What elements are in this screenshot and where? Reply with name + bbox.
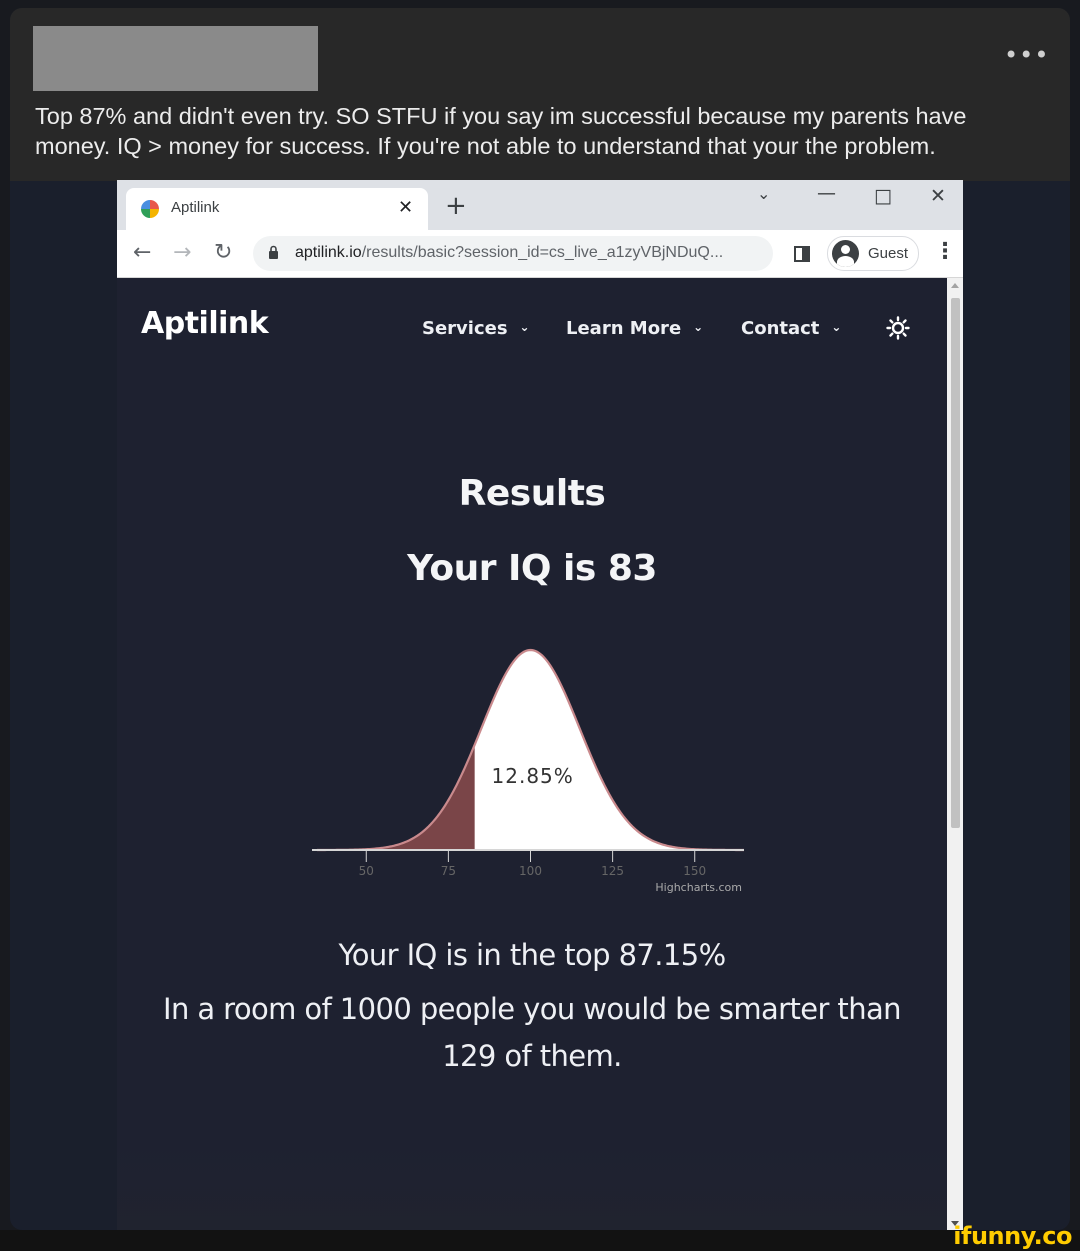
url-path: /results/basic?session_id=cs_live_a1zyVB…: [361, 244, 724, 261]
tab-title: Aptilink: [171, 199, 220, 216]
footer-strip: [0, 1230, 1080, 1251]
chart-credits: Highcharts.com: [655, 881, 742, 894]
page-viewport: Aptilink Services ⌄ Learn More ⌄ Contact ⌄ …: [117, 278, 947, 1230]
window-close-icon[interactable]: ✕: [930, 185, 946, 207]
post-card: ••• Top 87% and didn't even try. SO STFU…: [10, 8, 1070, 1230]
post-header: ••• Top 87% and didn't even try. SO STFU…: [10, 8, 1070, 181]
x-tick-label: 75: [441, 864, 456, 878]
iq-heading: Your IQ is 83: [407, 548, 657, 589]
site-logo[interactable]: Aptilink: [141, 306, 269, 341]
redacted-username: [33, 26, 318, 91]
percentile-data-label: 12.85%: [492, 764, 574, 788]
browser-tab[interactable]: Aptilink ✕: [126, 188, 428, 230]
results-title: Results: [458, 473, 606, 514]
tab-search-chevron-icon[interactable]: ⌄: [757, 184, 770, 203]
nav-contact[interactable]: Contact ⌄: [741, 318, 841, 339]
x-tick-label: 150: [683, 864, 706, 878]
tab-strip: Aptilink ✕ + ⌄ — □ ✕: [117, 180, 963, 230]
x-tick-label: 50: [359, 864, 374, 878]
x-tick-label: 125: [601, 864, 624, 878]
browser-window: Aptilink ✕ + ⌄ — □ ✕ ← → ↻ aptilink.io/r…: [117, 180, 963, 1230]
nav-contact-label: Contact: [741, 318, 820, 339]
site-favicon-icon: [141, 200, 159, 218]
browser-toolbar: ← → ↻ aptilink.io/results/basic?session_…: [117, 230, 963, 278]
lock-icon: [269, 245, 278, 259]
url-text: aptilink.io/results/basic?session_id=cs_…: [295, 244, 723, 262]
sun-icon[interactable]: [886, 316, 910, 340]
nav-services[interactable]: Services ⌄: [422, 318, 530, 339]
nav-learn-more[interactable]: Learn More ⌄: [566, 318, 703, 339]
forward-arrow-icon[interactable]: →: [173, 240, 191, 266]
scrollbar[interactable]: [947, 278, 963, 1230]
avatar-icon: [832, 240, 859, 267]
comparison-text: In a room of 1000 people you would be sm…: [163, 992, 902, 1073]
more-horizontal-icon[interactable]: •••: [1004, 43, 1048, 67]
back-arrow-icon[interactable]: ←: [133, 240, 151, 266]
post-caption: Top 87% and didn't even try. SO STFU if …: [35, 103, 967, 159]
curve-fill-area: [317, 650, 744, 850]
maximize-icon[interactable]: □: [874, 185, 892, 207]
url-host: aptilink.io: [295, 244, 362, 261]
nav-services-label: Services: [422, 318, 508, 339]
minimize-icon[interactable]: —: [817, 182, 836, 204]
profile-label: Guest: [868, 245, 909, 262]
scrollbar-thumb[interactable]: [951, 298, 960, 828]
percentile-text: Your IQ is in the top 87.15%: [338, 938, 726, 972]
nav-learn-more-label: Learn More: [566, 318, 682, 339]
side-panel-icon[interactable]: [794, 246, 810, 262]
x-tick-label: 100: [519, 864, 542, 878]
new-tab-icon[interactable]: +: [445, 193, 467, 219]
chevron-down-icon: ⌄: [693, 320, 704, 334]
iq-distribution-chart: 50 75 100 125 150 12.85% Highcharts.com: [312, 648, 744, 894]
watermark: ifunny.co: [953, 1222, 1072, 1250]
reload-icon[interactable]: ↻: [214, 240, 232, 266]
scroll-up-arrow-icon[interactable]: [951, 283, 959, 288]
chevron-down-icon: ⌄: [519, 320, 530, 334]
chevron-down-icon: ⌄: [831, 320, 842, 334]
address-bar[interactable]: aptilink.io/results/basic?session_id=cs_…: [253, 236, 773, 271]
kebab-menu-icon[interactable]: ⋮: [934, 240, 956, 264]
tab-close-icon[interactable]: ✕: [398, 197, 413, 218]
profile-button[interactable]: Guest: [827, 236, 919, 271]
